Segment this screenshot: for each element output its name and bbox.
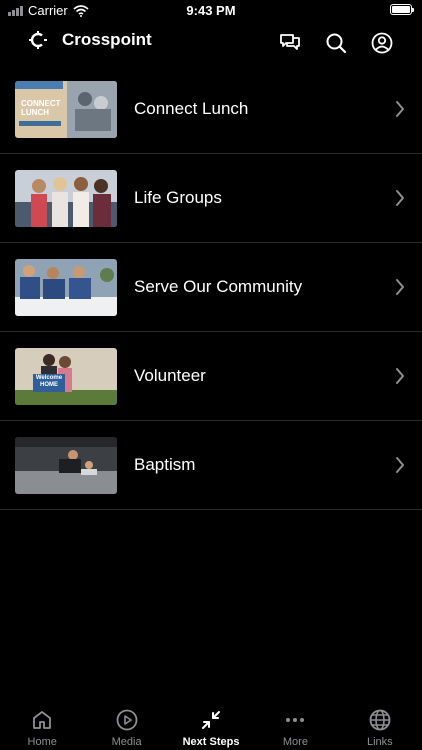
tab-media[interactable]: Media <box>84 700 168 750</box>
thumb-caption: CONNECT LUNCH <box>21 99 61 117</box>
chevron-right-icon <box>396 457 404 473</box>
tab-label: Next Steps <box>182 736 240 748</box>
list-item-baptism[interactable]: Baptism <box>0 421 422 510</box>
baptism-thumbnail <box>15 437 117 494</box>
tab-home[interactable]: Home <box>0 700 84 750</box>
chevron-right-icon <box>396 190 404 206</box>
chevron-right-icon <box>396 279 404 295</box>
more-icon <box>286 718 305 722</box>
list-item-label: Baptism <box>134 455 196 474</box>
tab-next-steps[interactable]: Next Steps <box>169 700 253 750</box>
battery-icon <box>390 4 414 15</box>
list-item-connect-lunch[interactable]: CONNECT LUNCH Connect Lunch <box>0 65 422 154</box>
search-icon[interactable] <box>324 31 348 55</box>
list-item-label: Serve Our Community <box>134 277 303 296</box>
tab-label: More <box>282 736 308 748</box>
thumb-caption: Welcome HOME <box>35 375 63 388</box>
play-icon <box>116 709 138 731</box>
list-item-label: Connect Lunch <box>134 99 249 118</box>
list-item-volunteer[interactable]: Welcome HOME Volunteer <box>0 332 422 421</box>
chevron-right-icon <box>396 101 404 117</box>
list-item-life-groups[interactable]: Life Groups <box>0 154 422 243</box>
profile-icon[interactable] <box>370 31 394 55</box>
brand: Crosspoint <box>28 30 152 50</box>
next-steps-icon <box>202 711 221 729</box>
list-item-label: Volunteer <box>134 366 206 385</box>
tab-links[interactable]: Links <box>338 700 422 750</box>
tab-label: Media <box>111 736 142 748</box>
globe-icon <box>369 709 391 731</box>
home-icon <box>33 711 52 729</box>
volunteer-thumbnail: Welcome HOME <box>15 348 117 405</box>
app-title: Crosspoint <box>62 30 152 49</box>
tab-label: Links <box>366 736 393 748</box>
next-steps-list: CONNECT LUNCH Connect Lunch Life Groups <box>0 65 422 510</box>
crosspoint-logo-icon <box>29 31 47 49</box>
life-groups-thumbnail <box>15 170 117 227</box>
connect-lunch-thumbnail: CONNECT LUNCH <box>15 81 117 138</box>
list-item-serve-our-community[interactable]: Serve Our Community <box>0 243 422 332</box>
chevron-right-icon <box>396 368 404 384</box>
app-header: Crosspoint <box>0 24 422 64</box>
chat-icon[interactable] <box>278 31 302 55</box>
status-time: 9:43 PM <box>186 3 236 18</box>
list-item-label: Life Groups <box>134 188 222 207</box>
tab-more[interactable]: More <box>253 700 337 750</box>
tab-bar: Home Media Next Steps More Links <box>0 700 422 750</box>
serve-our-community-thumbnail <box>15 259 117 316</box>
tab-label: Home <box>27 736 57 748</box>
status-bar: Carrier 9:43 PM <box>0 0 422 22</box>
